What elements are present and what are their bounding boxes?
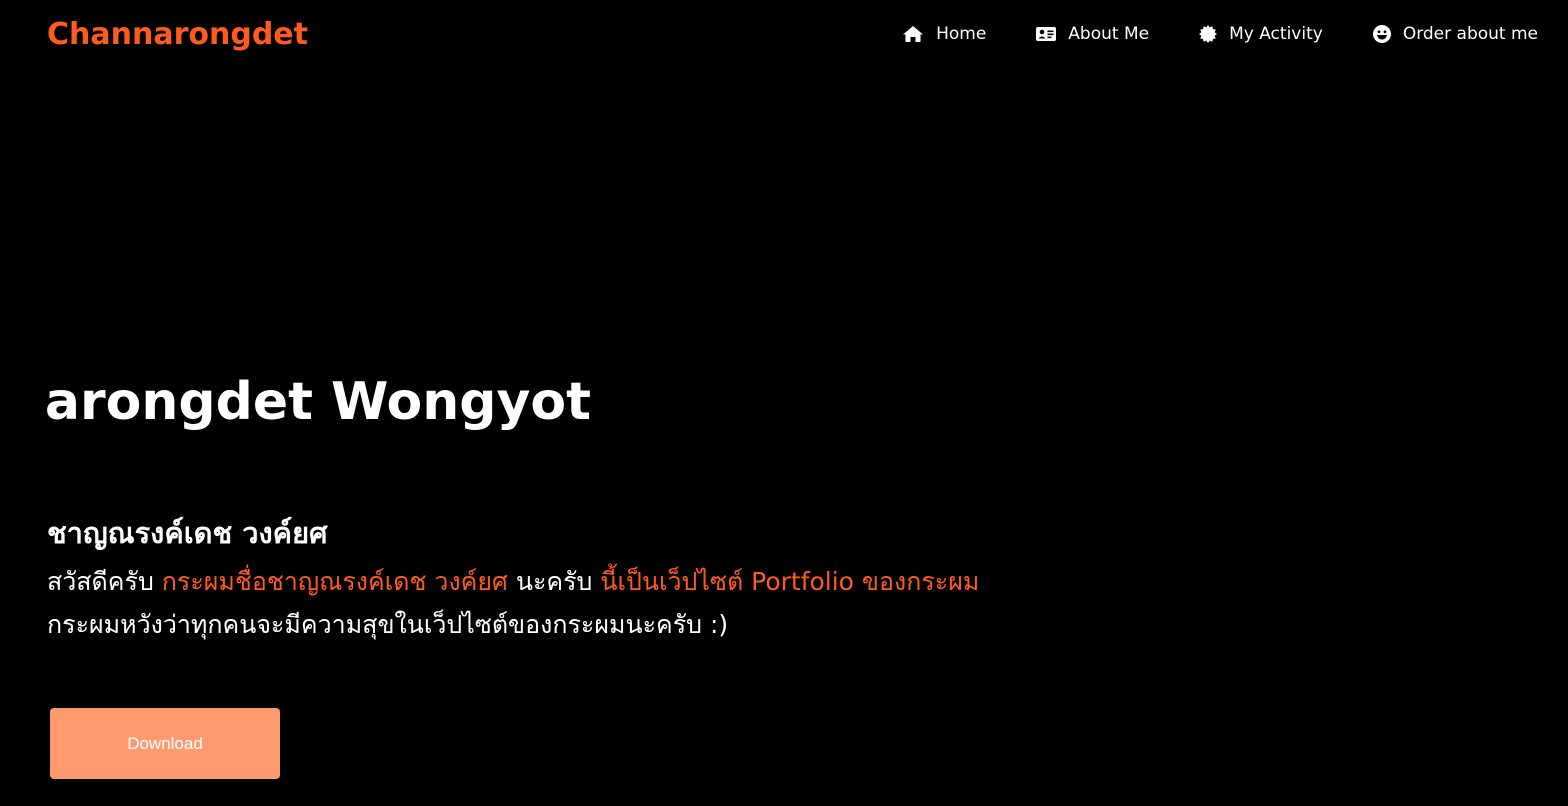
nav-item-about-me[interactable]: About Me	[1036, 24, 1149, 44]
badge-icon	[1199, 25, 1218, 43]
nav-item-my-activity[interactable]: My Activity	[1199, 24, 1323, 44]
page: Channarongdet Home About Me My Activity …	[0, 0, 1568, 806]
smile-icon	[1372, 25, 1391, 43]
home-icon	[902, 25, 924, 43]
nav-item-label: Order about me	[1402, 24, 1538, 44]
download-button[interactable]: Download	[50, 708, 280, 779]
hero-intro: สวัสดีครับ กระผมชื่อชาญณรงค์เดช วงค์ยศ น…	[47, 560, 979, 646]
main-nav: Home About Me My Activity Order about me	[902, 24, 1538, 44]
nav-item-order-about-me[interactable]: Order about me	[1372, 24, 1538, 44]
brand-logo[interactable]: Channarongdet	[47, 17, 308, 52]
intro-polite: นะครับ	[507, 567, 601, 596]
nav-item-home[interactable]: Home	[902, 24, 986, 44]
hero-thai-name: ชาญณรงค์เดช วงค์ยศ	[47, 516, 328, 550]
nav-item-label: Home	[936, 24, 987, 44]
intro-name-highlight: กระผมชื่อชาญณรงค์เดช วงค์ยศ	[161, 567, 508, 596]
intro-portfolio-highlight: นี้เป็นเว็ปไซต์ Portfolio ของกระผม	[600, 567, 980, 596]
hero-name: Channarongdet Wongyot	[47, 372, 591, 432]
intro-line-2: กระผมหวังว่าทุกคนจะมีความสุขในเว็ปไซต์ขอ…	[47, 610, 729, 639]
nav-item-label: My Activity	[1229, 24, 1323, 44]
intro-line-1: สวัสดีครับ กระผมชื่อชาญณรงค์เดช วงค์ยศ น…	[47, 560, 979, 603]
nav-item-label: About Me	[1068, 24, 1150, 44]
navbar: Channarongdet Home About Me My Activity …	[0, 0, 1568, 74]
id-card-icon	[1036, 26, 1057, 42]
hero-name-container: Channarongdet Wongyot	[47, 372, 607, 452]
intro-greeting: สวัสดีครับ	[47, 567, 162, 596]
